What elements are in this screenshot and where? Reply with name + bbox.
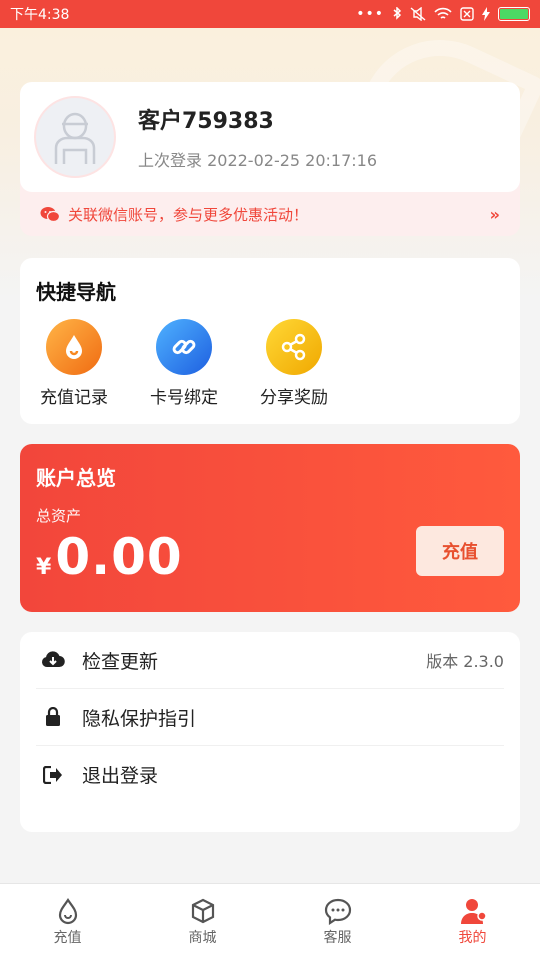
double-chevron-right-icon: » [489,204,500,224]
link-icon [156,319,212,375]
tab-customer-service-label: 客服 [323,930,352,946]
user-avatar-icon [54,112,96,164]
currency-symbol: ¥ [36,555,52,580]
charging-icon [482,7,490,21]
profile-card[interactable]: 客户759383 上次登录 2022-02-25 20:17:16 [20,82,520,192]
account-title: 账户总览 [36,466,116,490]
bottom-tab-bar: 充值 商城 客服 我的 [0,883,540,960]
bluetooth-icon [393,7,402,20]
quick-nav-card: 快捷导航 充值记录 卡号绑定 分享奖励 [20,258,520,424]
logout-icon [40,765,66,784]
nav-card-binding-label: 卡号绑定 [150,388,218,408]
sim-icon [460,7,474,21]
balance-value: 0.00 [55,528,183,586]
cloud-download-icon [40,650,66,670]
share-icon [266,319,322,375]
tab-recharge-label: 充值 [53,930,82,946]
battery-icon [498,7,530,21]
last-login-text: 上次登录 2022-02-25 20:17:16 [138,151,378,170]
settings-list: 检查更新 版本 2.3.0 隐私保护指引 退出登录 [20,632,520,832]
quick-nav-title: 快捷导航 [36,280,116,304]
wechat-banner-text: 关联微信账号，参与更多优惠活动！ [68,205,309,224]
wechat-icon [40,206,60,222]
logout-label: 退出登录 [82,765,159,787]
tab-mall[interactable]: 商城 [135,884,270,960]
chat-icon [324,898,351,925]
tab-profile-label: 我的 [458,930,487,946]
profile-name: 客户759383 [138,109,274,134]
total-assets-label: 总资产 [36,507,82,525]
tab-mall-label: 商城 [188,930,217,946]
tab-customer-service[interactable]: 客服 [270,884,405,960]
nav-share-rewards-label: 分享奖励 [260,388,328,408]
status-icons: ••• [356,6,530,22]
box-icon [191,898,214,924]
check-update-label: 检查更新 [82,650,159,673]
version-text: 版本 2.3.0 [426,652,504,671]
nav-share-rewards[interactable]: 分享奖励 [256,319,332,408]
mute-icon [410,7,426,21]
quick-nav-items: 充值记录 卡号绑定 分享奖励 [36,319,504,408]
user-icon [460,899,487,924]
wifi-icon [434,7,452,19]
nav-recharge-records-label: 充值记录 [40,388,108,408]
account-overview-card: 账户总览 总资产 ¥ 0.00 充值 [20,444,520,612]
profile-info: 客户759383 上次登录 2022-02-25 20:17:16 [138,103,377,171]
check-update-row[interactable]: 检查更新 版本 2.3.0 [36,632,504,689]
lock-icon [40,707,66,727]
nav-recharge-records[interactable]: 充值记录 [36,319,112,408]
status-time: 下午4:38 [10,7,70,23]
logout-row[interactable]: 退出登录 [36,746,504,803]
privacy-guide-label: 隐私保护指引 [82,707,197,730]
recharge-button[interactable]: 充值 [416,526,504,576]
privacy-guide-row[interactable]: 隐私保护指引 [36,689,504,746]
tab-recharge[interactable]: 充值 [0,884,135,960]
drop-icon [46,319,102,375]
avatar[interactable] [34,96,116,178]
status-bar: 下午4:38 ••• [0,0,540,28]
drop-icon [58,898,77,925]
tab-profile[interactable]: 我的 [405,884,540,960]
more-dots-icon: ••• [356,6,384,22]
nav-card-binding[interactable]: 卡号绑定 [146,319,222,408]
